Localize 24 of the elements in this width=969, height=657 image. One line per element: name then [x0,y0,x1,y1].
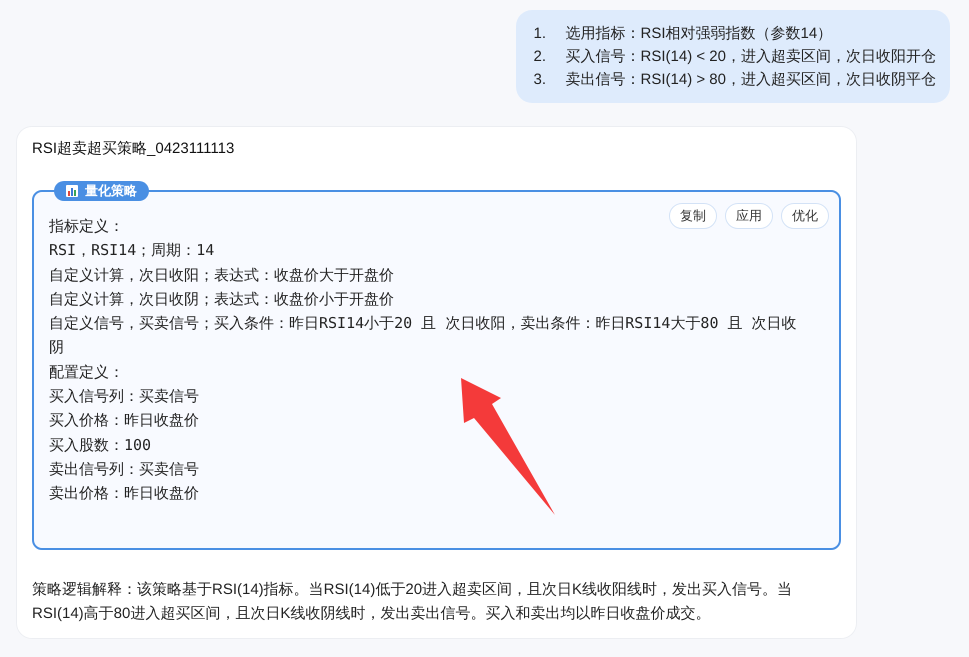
strategy-line: 卖出价格：昨日收盘价 [49,483,199,504]
list-item-text: 选用指标：RSI相对强弱指数（参数14） [566,24,832,44]
strategy-line: 指标定义： [49,216,124,237]
strategy-line: 自定义计算，次日收阴；表达式：收盘价小于开盘价 [49,288,394,310]
strategy-line: 买入股数：100 [49,434,152,456]
strategy-title: RSI超卖超买策略_0423111113 [32,139,236,159]
bar-chart-icon [66,185,78,197]
list-item-text: 卖出信号：RSI(14) > 80，进入超买区间，次日收阴平仓 [566,70,936,90]
action-button[interactable]: 复制 [669,203,717,229]
list-item-text: 买入信号：RSI(14) < 20，进入超卖区间，次日收阳开仓 [566,47,936,67]
list-number: 3. [534,70,548,90]
list-number: 2. [534,47,548,67]
strategy-line: RSI，RSI14；周期：14 [49,240,214,262]
badge-label: 量化策略 [85,182,137,200]
strategy-line: 卖出信号列：买卖信号 [49,458,199,480]
strategy-explanation: 策略逻辑解释：该策略基于RSI(14)指标。当RSI(14)低于20进入超卖区间，且次日K线收阳线时，发出买入信号。当RSI(14)高于80进入超买区间，且次日K线收阴线时，发出卖出信号。买入和卖出均以昨日收盘价成交。 [32,580,794,624]
strategy-line: 自定义计算，次日收阳；表达式：收盘价大于开盘价 [49,264,394,286]
list-number: 1. [534,24,548,44]
strategy-line: 自定义信号，买卖信号；买入条件：昨日RSI14小于20 且 次日收阳，卖出条件：昨日RSI14大于80 且 次日收阴 [49,313,798,358]
strategy-line: 配置定义： [49,362,124,383]
action-button[interactable]: 优化 [781,203,829,229]
strategy-line: 买入价格：昨日收盘价 [49,410,199,432]
action-button[interactable]: 应用 [725,203,773,229]
strategy-line: 买入信号列：买卖信号 [49,386,199,408]
